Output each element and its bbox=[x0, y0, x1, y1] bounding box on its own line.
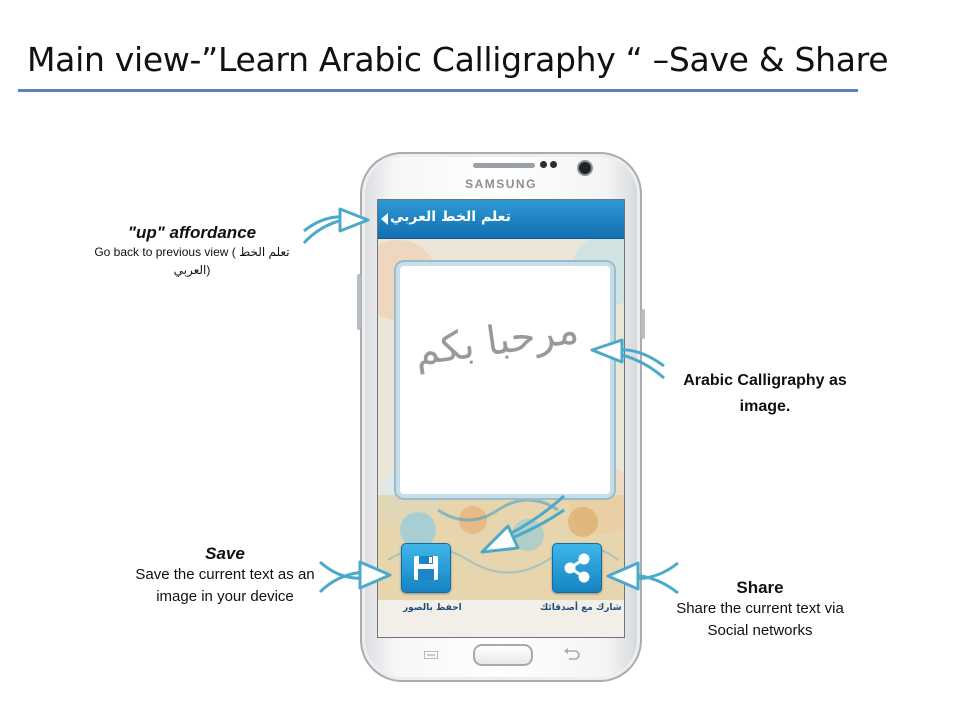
title-underline bbox=[18, 89, 858, 92]
callout-up-text: Go back to previous view ( تعلم الخط الع… bbox=[94, 245, 290, 277]
app-title[interactable]: تعلم الخط العربي bbox=[390, 209, 511, 225]
earpiece-speaker bbox=[473, 163, 535, 168]
phone-device: SAMSUNG تعلم الخط العربي مرحبا بكم احفظ … bbox=[357, 152, 645, 682]
callout-up-heading: "up" affordance bbox=[127, 223, 257, 242]
callout-save-heading: Save bbox=[205, 544, 245, 563]
arrow-icon-decor bbox=[480, 494, 566, 554]
app-screen: تعلم الخط العربي مرحبا بكم احفظ بالصور ش… bbox=[377, 199, 625, 638]
back-key-icon[interactable] bbox=[562, 648, 580, 662]
share-button-label[interactable]: شارك مع أصدقائك bbox=[540, 603, 622, 613]
callout-share-text: Share the current text via Social networ… bbox=[676, 600, 844, 639]
callout-save: Save Save the current text as an image i… bbox=[130, 544, 320, 608]
save-button[interactable] bbox=[401, 543, 451, 593]
volume-key bbox=[357, 274, 361, 330]
callout-share-heading: Share bbox=[736, 578, 784, 597]
callout-calligraphy: Arabic Calligraphy as image. bbox=[660, 368, 870, 420]
phone-brand: SAMSUNG bbox=[465, 177, 537, 191]
home-button[interactable] bbox=[473, 644, 533, 666]
back-caret-icon[interactable] bbox=[381, 213, 388, 225]
light-sensor bbox=[550, 161, 557, 168]
slide-title: Main view-”Learn Arabic Calligraphy “ –S… bbox=[27, 40, 889, 79]
action-bar: تعلم الخط العربي bbox=[378, 200, 624, 239]
arrow-icon-share bbox=[606, 561, 679, 595]
proximity-sensor bbox=[540, 161, 547, 168]
menu-key-icon[interactable] bbox=[424, 651, 438, 659]
callout-share: Share Share the current text via Social … bbox=[655, 578, 865, 642]
floppy-disk-icon bbox=[414, 556, 438, 580]
save-button-label[interactable]: احفظ بالصور bbox=[403, 603, 462, 613]
front-camera bbox=[577, 160, 593, 176]
callout-calligraphy-heading: Arabic Calligraphy as image. bbox=[683, 372, 847, 415]
arrow-icon-calligraphy bbox=[590, 338, 666, 380]
arrow-icon-save bbox=[318, 560, 392, 594]
callout-save-text: Save the current text as an image in you… bbox=[135, 566, 315, 605]
callout-up-affordance: "up" affordance Go back to previous view… bbox=[92, 223, 292, 279]
arrow-icon-up-affordance bbox=[302, 207, 370, 245]
calligraphy-image-frame bbox=[396, 262, 614, 498]
